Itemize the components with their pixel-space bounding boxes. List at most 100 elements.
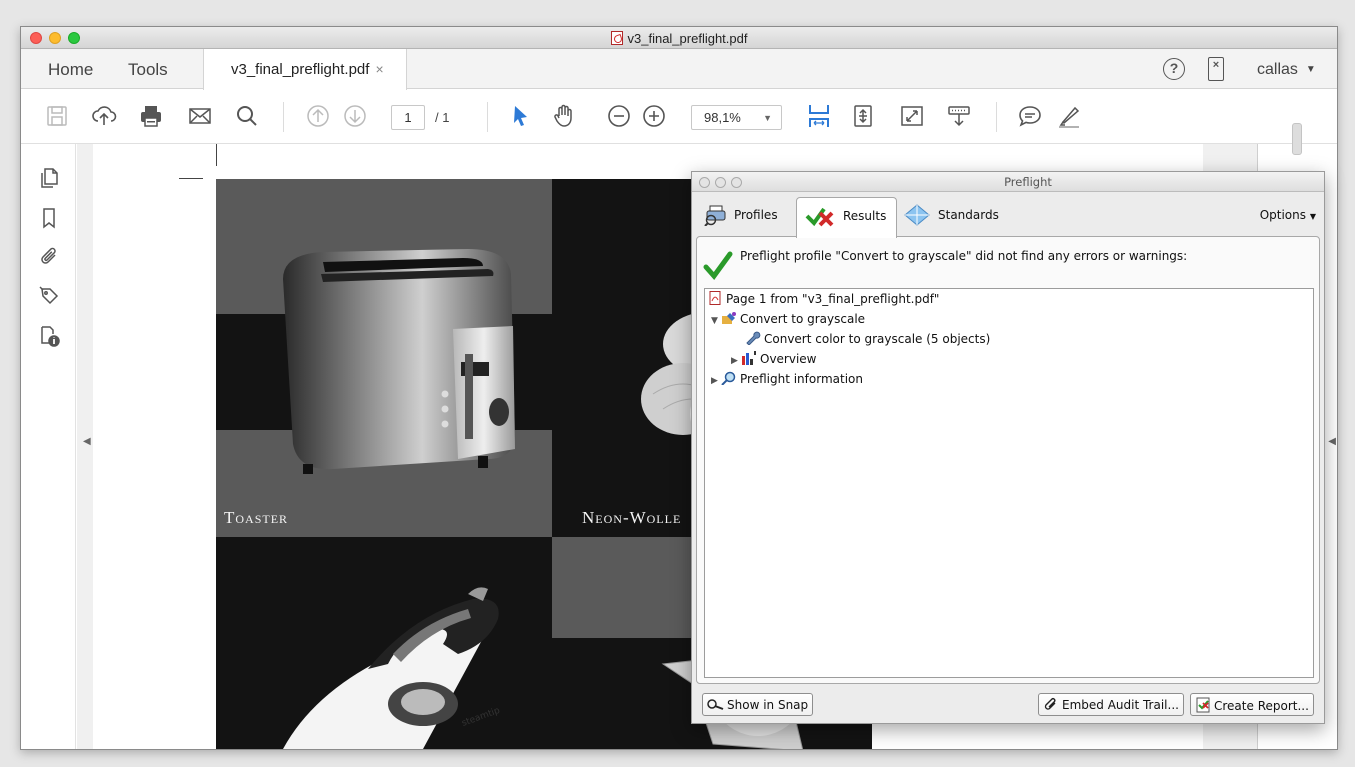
chart-icon [742, 351, 756, 365]
zoom-out-icon[interactable] [606, 103, 632, 129]
app-tab-bar: Home Tools v3_final_preflight.pdf × ? × c… [21, 49, 1337, 90]
page-total: / 1 [435, 110, 450, 125]
vertical-scrollbar-thumb[interactable] [1292, 123, 1302, 155]
pages-icon[interactable] [38, 166, 60, 190]
tree-row-convert-color[interactable]: Convert color to grayscale (5 objects) [745, 331, 990, 351]
fixup-icon [722, 312, 736, 324]
tab-profiles[interactable]: Profiles [696, 197, 788, 235]
crop-mark [179, 178, 203, 179]
results-check-cross-icon [805, 207, 834, 227]
results-tree: Page 1 from "v3_final_preflight.pdf" ▼ Co… [704, 288, 1314, 678]
iron-brand-label: steamtip [461, 706, 502, 729]
fit-width-icon[interactable] [806, 103, 832, 129]
comment-icon[interactable] [1017, 103, 1043, 129]
hand-tool-icon[interactable] [551, 103, 577, 129]
tree-row-overview[interactable]: ▶ Overview [731, 351, 817, 371]
tab-standards-label: Standards [938, 208, 999, 222]
user-name: callas [1257, 61, 1298, 78]
next-page-icon[interactable] [342, 103, 368, 129]
create-report-button[interactable]: Create Report... [1190, 693, 1314, 716]
zoom-level-value: 98,1% [704, 110, 741, 125]
title-bar: v3_final_preflight.pdf [21, 27, 1337, 49]
document-tab[interactable]: v3_final_preflight.pdf × [203, 49, 407, 90]
snap-magnifier-icon [707, 699, 724, 710]
page-edge-line [216, 144, 217, 166]
result-message: Preflight profile "Convert to grayscale"… [740, 249, 1188, 263]
collapse-left-panel-icon[interactable]: ◀ [83, 436, 91, 447]
tab-tools[interactable]: Tools [128, 60, 168, 80]
tree-row-label: Convert to grayscale [740, 312, 866, 326]
embed-audit-trail-label: Embed Audit Trail... [1062, 698, 1179, 712]
chevron-down-icon: ▼ [1309, 212, 1316, 221]
tree-row-page[interactable]: Page 1 from "v3_final_preflight.pdf" [707, 291, 939, 311]
collapsed-triangle-icon[interactable]: ▶ [711, 376, 721, 386]
tab-standards[interactable]: Standards [896, 197, 1009, 235]
toaster-image [283, 249, 515, 474]
search-icon[interactable] [234, 103, 260, 129]
page-number-input[interactable]: 1 [391, 105, 425, 130]
bookmark-icon[interactable] [38, 206, 60, 230]
chevron-down-icon: ▼ [763, 113, 772, 123]
toolbar-divider [996, 102, 997, 132]
document-tab-label: v3_final_preflight.pdf [231, 61, 370, 78]
tree-row-label: Convert color to grayscale (5 objects) [764, 332, 991, 346]
zoom-in-icon[interactable] [641, 103, 667, 129]
select-cursor-icon[interactable] [507, 103, 533, 129]
tree-row-preflight-information[interactable]: ▶ Preflight information [711, 371, 863, 391]
fit-page-icon[interactable] [850, 103, 876, 129]
cloud-upload-icon[interactable] [91, 103, 117, 129]
pdf-file-icon [610, 31, 623, 45]
document-properties-icon[interactable] [38, 324, 60, 348]
keyboard-tool-icon[interactable] [946, 103, 972, 129]
wrench-icon [746, 331, 761, 345]
mobile-link-icon[interactable]: × [1208, 57, 1224, 81]
full-screen-icon[interactable] [899, 103, 925, 129]
caption-neon-wolle: Neon-Wolle [582, 508, 682, 527]
report-icon [1196, 697, 1210, 713]
zoom-level-select[interactable]: 98,1% ▼ [691, 105, 782, 130]
steam-iron-image: steamtip [283, 587, 502, 749]
collapse-right-panel-icon[interactable]: ◀ [1328, 436, 1336, 447]
success-check-icon [703, 251, 733, 280]
chevron-down-icon: ▼ [1305, 64, 1316, 75]
main-toolbar: 1 / 1 98,1% ▼ [21, 90, 1337, 144]
preflight-dialog: Preflight Profiles Results Standards Opt… [691, 171, 1325, 724]
close-tab-icon[interactable]: × [375, 61, 383, 77]
previous-page-icon[interactable] [305, 103, 331, 129]
magnifier-icon [721, 371, 736, 385]
save-icon[interactable] [44, 103, 70, 129]
tab-home[interactable]: Home [48, 60, 93, 80]
expanded-triangle-icon[interactable]: ▼ [711, 316, 721, 326]
preflight-tabs: Profiles Results Standards Options ▼ [692, 192, 1324, 238]
collapsed-triangle-icon[interactable]: ▶ [731, 356, 741, 366]
create-report-label: Create Report... [1214, 699, 1309, 713]
left-navigation-rail [21, 144, 76, 749]
highlight-pen-icon[interactable] [1056, 103, 1082, 129]
embed-audit-trail-button[interactable]: Embed Audit Trail... [1038, 693, 1184, 716]
tab-results-label: Results [843, 209, 887, 223]
tree-row-convert-to-grayscale[interactable]: ▼ Convert to grayscale [711, 311, 865, 331]
tab-profiles-label: Profiles [734, 208, 778, 222]
email-icon[interactable] [187, 103, 213, 129]
paperclip-icon [1044, 698, 1056, 710]
tab-results[interactable]: Results [796, 197, 898, 238]
pdf-icon [709, 291, 721, 305]
print-icon[interactable] [138, 103, 164, 129]
tree-row-label: Preflight information [740, 372, 863, 386]
help-icon[interactable]: ? [1163, 58, 1185, 80]
user-menu[interactable]: callas ▼ [1257, 61, 1316, 79]
show-in-snap-button[interactable]: Show in Snap [702, 693, 814, 716]
window-title: v3_final_preflight.pdf [21, 31, 1337, 46]
tree-row-label: Overview [760, 352, 817, 366]
standards-diamond-icon [904, 204, 930, 226]
options-menu[interactable]: Options ▼ [1260, 208, 1316, 222]
options-label: Options [1259, 208, 1307, 222]
show-in-snap-label: Show in Snap [727, 698, 809, 712]
attachment-icon[interactable] [38, 244, 60, 268]
tree-row-label: Page 1 from "v3_final_preflight.pdf" [726, 292, 940, 306]
toolbar-divider [283, 102, 284, 132]
toolbar-divider [487, 102, 488, 132]
tag-icon[interactable] [38, 284, 60, 308]
preflight-title-bar: Preflight [692, 172, 1324, 192]
preflight-title: Preflight [1004, 175, 1052, 189]
